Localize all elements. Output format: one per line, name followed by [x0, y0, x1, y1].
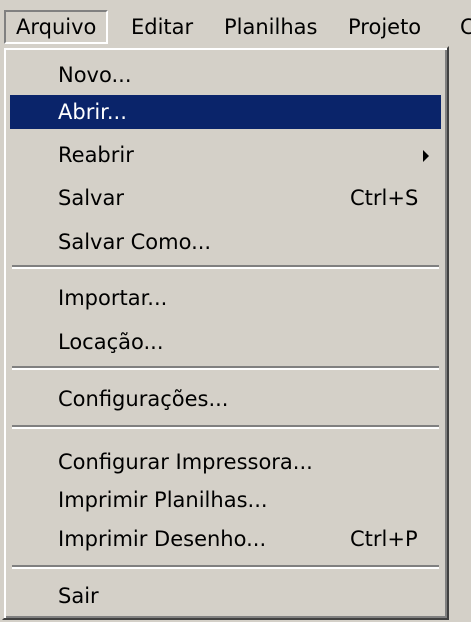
menu-item-imprimir-desenho[interactable]: Imprimir Desenho... Ctrl+P: [10, 522, 441, 556]
menu-arquivo[interactable]: Arquivo: [4, 10, 109, 44]
menu-item-label: Novo...: [58, 63, 132, 87]
menu-item-sair[interactable]: Sair: [10, 579, 441, 613]
menu-item-label: Imprimir Planilhas...: [58, 488, 268, 512]
menu-bar: Arquivo Editar Planilhas Projeto C: [0, 0, 471, 49]
menu-item-label: Imprimir Desenho...: [58, 527, 267, 551]
menu-item-label: Abrir...: [58, 100, 127, 124]
menu-item-label: Sair: [58, 584, 99, 608]
menu-item-label: Reabrir: [58, 143, 134, 167]
menu-separator: [12, 366, 439, 370]
menu-separator: [12, 425, 439, 429]
menu-planilhas[interactable]: Planilhas: [214, 10, 327, 44]
menu-separator: [12, 565, 439, 569]
menu-projeto[interactable]: Projeto: [338, 10, 431, 44]
menu-item-label: Configurar Impressora...: [58, 450, 313, 474]
menu-item-importar[interactable]: Importar...: [10, 281, 441, 315]
menu-editar[interactable]: Editar: [121, 10, 203, 44]
menu-item-shortcut: Ctrl+P: [350, 527, 418, 551]
menu-item-label: Salvar Como...: [58, 230, 212, 254]
arquivo-dropdown-menu: Novo... Abrir... Reabrir Salvar Ctrl+S S…: [2, 46, 449, 620]
menu-item-label: Locação...: [58, 330, 164, 354]
chevron-right-icon: [423, 150, 429, 162]
menu-item-abrir[interactable]: Abrir...: [10, 95, 441, 129]
menu-item-label: Importar...: [58, 286, 168, 310]
menu-item-configuracoes[interactable]: Configurações...: [10, 382, 441, 416]
menu-item-label: Salvar: [58, 186, 124, 210]
menu-item-imprimir-planilhas[interactable]: Imprimir Planilhas...: [10, 483, 441, 517]
menu-item-novo[interactable]: Novo...: [10, 58, 441, 92]
menu-item-shortcut: Ctrl+S: [350, 186, 419, 210]
menu-item-label: Configurações...: [58, 387, 229, 411]
menu-item-locacao[interactable]: Locação...: [10, 325, 441, 359]
menu-item-reabrir[interactable]: Reabrir: [10, 138, 441, 172]
menu-truncated[interactable]: C: [450, 10, 471, 44]
menu-item-salvar[interactable]: Salvar Ctrl+S: [10, 181, 441, 215]
menu-item-configurar-impressora[interactable]: Configurar Impressora...: [10, 445, 441, 479]
menu-item-salvar-como[interactable]: Salvar Como...: [10, 225, 441, 259]
menu-separator: [12, 265, 439, 269]
